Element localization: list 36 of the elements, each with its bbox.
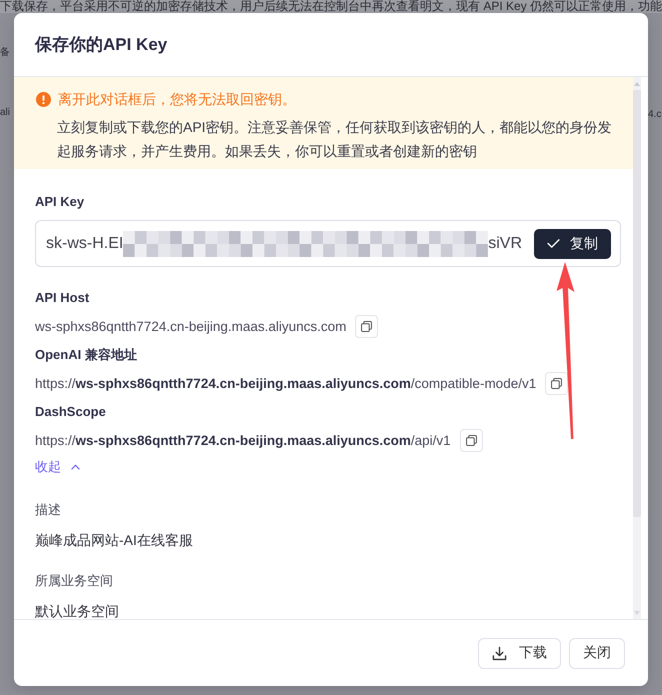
alert-message: 立刻复制或下载您的API密钥。注意妥善保管，任何获取到该密钥的人，都能以您的身份发起服务请求，并产生费用。如果丢失，你可以重置或者创建新的密钥 bbox=[57, 118, 613, 161]
copy-button[interactable] bbox=[460, 428, 483, 452]
copy-button[interactable] bbox=[545, 372, 568, 394]
copy-button[interactable] bbox=[355, 314, 378, 338]
scrollbar-thumb[interactable] bbox=[633, 90, 641, 517]
scrollbar-track[interactable] bbox=[633, 77, 641, 619]
alert-title: 离开此对话框后，您将无法取回密钥。 bbox=[58, 90, 296, 109]
copy-icon bbox=[361, 320, 372, 332]
copy-icon bbox=[551, 378, 562, 388]
api-key-field[interactable]: sk-ws-H.EI siVR 复制 bbox=[35, 220, 621, 267]
download-button[interactable]: 下载 bbox=[478, 638, 561, 668]
field-label: DashScope bbox=[35, 403, 106, 421]
dialog-title: 保存你的API Key bbox=[35, 34, 168, 56]
field-value: 默认业务空间 bbox=[35, 602, 119, 619]
field-label: OpenAI 兼容地址 bbox=[35, 346, 137, 364]
background-page-text: 下载保存，平台采用不可逆的加密存储技术，用户后续无法在控制台中再次查看明文，现有 API Key 仍然可以正常使用，功能 bbox=[0, 0, 662, 13]
background-page-text: 4.c bbox=[648, 108, 662, 122]
endpoint-url: ws-sphxs86qntth7724.cn-beijing.maas.aliyuncs.com bbox=[35, 318, 346, 334]
copy-icon bbox=[466, 434, 477, 446]
field-label: 所属业务空间 bbox=[35, 572, 113, 590]
download-icon bbox=[492, 646, 507, 660]
background-page-text: ali bbox=[0, 106, 10, 120]
field-label: API Key bbox=[35, 193, 84, 211]
collapse-link[interactable]: 收起 bbox=[35, 457, 80, 477]
check-icon bbox=[547, 239, 560, 248]
endpoint-url: https://ws-sphxs86qntth7724.cn-beijing.maas.aliyuncs.com/compatible-mode/v1 bbox=[35, 376, 536, 390]
close-button[interactable]: 关闭 bbox=[569, 638, 625, 668]
background-page-text: 备 bbox=[0, 46, 10, 60]
copy-button[interactable]: 复制 bbox=[534, 228, 611, 258]
api-key-text: siVR bbox=[488, 234, 522, 252]
field-label: API Host bbox=[35, 289, 90, 307]
endpoint-url: https://ws-sphxs86qntth7724.cn-beijing.maas.aliyuncs.com/api/v1 bbox=[35, 432, 451, 448]
api-key-text: sk-ws-H.EI bbox=[46, 234, 124, 252]
field-value: 巅峰成品网站-AI在线客服 bbox=[35, 531, 193, 550]
scroll-up-icon[interactable] bbox=[634, 82, 640, 86]
field-label: 描述 bbox=[35, 501, 61, 519]
